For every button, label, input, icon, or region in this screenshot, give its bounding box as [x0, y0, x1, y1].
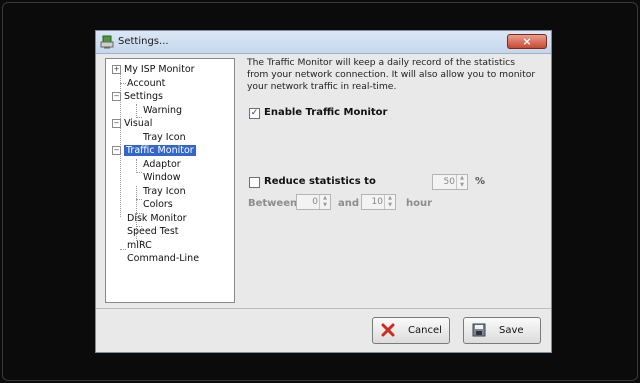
reduce-statistics-label[interactable]: Reduce statistics to — [264, 176, 376, 187]
save-disk-icon — [472, 323, 486, 337]
title-bar[interactable]: Settings... × — [96, 31, 551, 54]
percent-spinner[interactable]: 50 ▲ ▼ — [432, 174, 468, 190]
tree-item-label: Window — [143, 172, 181, 183]
enable-traffic-monitor-checkbox[interactable]: ✓ — [249, 108, 260, 119]
tree-connector — [136, 104, 137, 118]
cancel-label: Cancel — [408, 325, 442, 336]
tree-item-account[interactable]: Account — [127, 77, 165, 90]
spin-down-icon[interactable]: ▼ — [385, 202, 395, 209]
tree-item-tray-icon[interactable]: Tray Icon — [143, 131, 186, 144]
tree-item-label: Traffic Monitor — [124, 145, 196, 156]
tree-item-label: Account — [127, 78, 166, 89]
settings-tree[interactable]: + My ISP Monitor Account − Settings Warnin… — [105, 58, 235, 303]
tree-item-my-isp-monitor[interactable]: + My ISP Monitor — [112, 63, 195, 76]
tree-item-settings[interactable]: − Settings — [112, 90, 163, 103]
tree-item-tray-icon-2[interactable]: Tray Icon — [143, 185, 186, 198]
button-bar: Cancel Save — [96, 308, 551, 352]
collapse-icon[interactable]: − — [112, 92, 121, 101]
window-title: Settings... — [118, 36, 169, 47]
and-label: and — [338, 198, 360, 209]
save-button[interactable]: Save — [463, 317, 541, 344]
spin-down-icon[interactable]: ▼ — [320, 202, 330, 209]
enable-traffic-monitor-label[interactable]: Enable Traffic Monitor — [264, 107, 387, 118]
spin-up-icon[interactable]: ▲ — [457, 175, 467, 182]
description-text: The Traffic Monitor will keep a daily re… — [247, 57, 536, 92]
tree-item-label: mIRC — [127, 240, 152, 251]
hour-label: hour — [406, 198, 433, 209]
tree-item-label: My ISP Monitor — [124, 64, 195, 75]
tree-item-traffic-monitor[interactable]: − Traffic Monitor — [112, 144, 196, 157]
spin-up-icon[interactable]: ▲ — [385, 195, 395, 202]
tree-item-label: Settings — [124, 91, 163, 102]
tree-item-mirc[interactable]: mIRC — [127, 239, 152, 252]
between-to-spinner[interactable]: 10 ▲ ▼ — [361, 194, 396, 210]
tree-item-disk-monitor[interactable]: Disk Monitor — [127, 212, 187, 225]
between-to-value: 10 — [371, 197, 383, 207]
tree-item-label: Disk Monitor — [127, 213, 187, 224]
tree-connector — [136, 172, 142, 173]
tree-item-label: Command-Line — [127, 253, 200, 264]
expand-icon[interactable]: + — [112, 65, 121, 74]
between-label: Between — [248, 198, 298, 209]
app-icon — [100, 35, 114, 49]
tree-item-speed-test[interactable]: Speed Test — [127, 225, 179, 238]
tree-connector — [120, 249, 126, 250]
collapse-icon[interactable]: − — [112, 146, 121, 155]
tree-connector — [120, 83, 126, 84]
tree-item-label: Adaptor — [143, 159, 181, 170]
tree-item-label: Colors — [143, 199, 173, 210]
cancel-icon — [381, 323, 395, 337]
tree-item-command-line[interactable]: Command-Line — [127, 252, 199, 265]
settings-window: Settings... × + My ISP Monitor Account − S… — [95, 30, 552, 353]
collapse-icon[interactable]: − — [112, 119, 121, 128]
tree-connector — [136, 159, 137, 173]
tree-item-adaptor[interactable]: Adaptor — [143, 158, 181, 171]
spin-down-icon[interactable]: ▼ — [457, 182, 467, 189]
save-label: Save — [499, 325, 524, 336]
tree-item-label: Speed Test — [127, 226, 179, 237]
spin-up-icon[interactable]: ▲ — [320, 195, 330, 202]
tree-connector — [136, 199, 142, 200]
between-from-spinner[interactable]: 0 ▲ ▼ — [296, 194, 331, 210]
tree-item-label: Visual — [124, 118, 153, 129]
tree-item-label: Warning — [143, 105, 183, 116]
tree-item-visual[interactable]: − Visual — [112, 117, 152, 130]
between-from-value: 0 — [312, 197, 318, 207]
cancel-button[interactable]: Cancel — [372, 317, 450, 344]
reduce-statistics-checkbox[interactable] — [249, 177, 260, 188]
tree-item-warning[interactable]: Warning — [143, 104, 182, 117]
tree-item-window[interactable]: Window — [143, 171, 180, 184]
close-button[interactable]: × — [507, 34, 547, 49]
tree-item-colors[interactable]: Colors — [143, 198, 173, 211]
tree-item-label: Tray Icon — [143, 186, 186, 197]
percent-unit: % — [475, 176, 486, 187]
percent-value: 50 — [443, 177, 455, 187]
tree-item-label: Tray Icon — [143, 132, 186, 143]
